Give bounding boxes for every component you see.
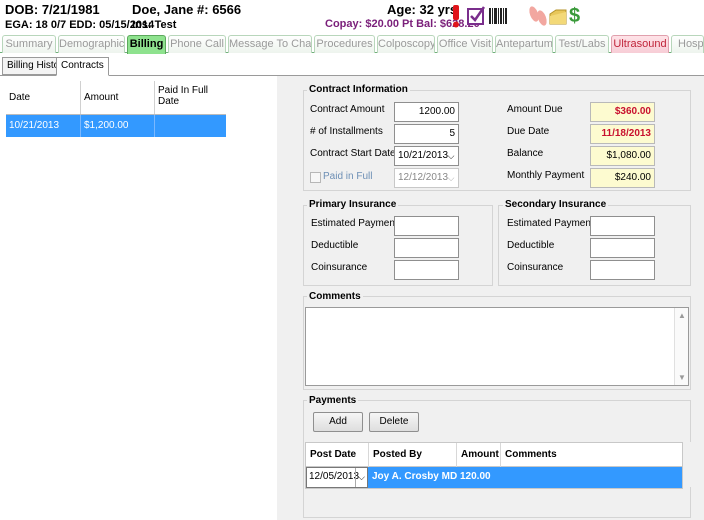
- tab-billing[interactable]: Billing: [127, 35, 166, 54]
- paid-in-full-date-value: 12/12/2013: [398, 172, 449, 183]
- dollar-icon[interactable]: $: [569, 4, 583, 28]
- delete-payment-button[interactable]: Delete: [369, 412, 419, 432]
- payments-title: Payments: [307, 395, 359, 406]
- dob-text: DOB: 7/21/1981: [5, 2, 100, 17]
- amount-due-field: $360.00: [590, 102, 655, 122]
- col-header-amount[interactable]: Amount: [80, 81, 154, 114]
- tab-message-to-chart[interactable]: Message To Chart: [228, 35, 312, 53]
- contracts-grid: Date Amount Paid In Full Date 10/21/2013…: [6, 81, 226, 137]
- primary-coinsurance-label: Coinsurance: [311, 262, 368, 273]
- tab-hospital[interactable]: Hospit: [671, 35, 704, 53]
- contract-amount-label: Contract Amount: [310, 104, 385, 115]
- tab-office-visit[interactable]: Office Visit: [437, 35, 493, 53]
- chevron-down-icon[interactable]: ⌵: [444, 169, 458, 187]
- panel-splitter[interactable]: [277, 76, 295, 520]
- primary-deductible-label: Deductible: [311, 240, 359, 251]
- installments-label: # of Installments: [310, 126, 383, 137]
- secondary-deductible-field[interactable]: [590, 238, 655, 258]
- contract-info-title: Contract Information: [307, 84, 410, 95]
- balance-field: $1,080.00: [590, 146, 655, 166]
- table-row[interactable]: 12/05/2013 ⌵ Joy A. Crosby MD 120.00: [306, 467, 682, 488]
- insurance-text: Ins: Test: [132, 19, 177, 31]
- age-text: Age: 32 yrs: [387, 2, 458, 17]
- col-header-comments[interactable]: Comments: [500, 443, 682, 467]
- checkbox-icon[interactable]: [467, 4, 486, 28]
- scroll-down-icon[interactable]: ▼: [678, 373, 686, 382]
- balance-label: Balance: [507, 148, 544, 159]
- main-tab-bar: Summary Demographics Billing Phone Call …: [0, 35, 704, 54]
- col-header-post-date[interactable]: Post Date: [306, 443, 368, 467]
- chevron-down-icon[interactable]: ⌵: [444, 147, 458, 165]
- barcode-icon[interactable]: [488, 4, 508, 28]
- alert-exclamation-icon[interactable]: [449, 4, 463, 28]
- billing-window: DOB: 7/21/1981 EGA: 18 0/7 EDD: 05/15/20…: [0, 0, 704, 520]
- add-payment-button[interactable]: Add: [313, 412, 363, 432]
- comments-textarea[interactable]: ▲ ▼: [305, 307, 689, 386]
- secondary-deductible-label: Deductible: [507, 240, 555, 251]
- col-header-amount[interactable]: Amount: [456, 443, 500, 467]
- contract-amount-field[interactable]: 1200.00: [394, 102, 459, 122]
- col-header-date[interactable]: Date: [6, 81, 80, 114]
- paid-in-full-label: Paid in Full: [323, 171, 373, 182]
- primary-estimated-payment-field[interactable]: [394, 216, 459, 236]
- table-row[interactable]: 10/21/2013 $1,200.00: [6, 115, 226, 137]
- primary-insurance-title: Primary Insurance: [307, 199, 399, 210]
- amount-due-label: Amount Due: [507, 104, 563, 115]
- secondary-coinsurance-label: Coinsurance: [507, 262, 564, 273]
- monthly-payment-field: $240.00: [590, 168, 655, 188]
- feet-icon[interactable]: [527, 4, 549, 28]
- contracts-list-panel: [0, 76, 295, 520]
- tab-ultrasound[interactable]: Ultrasound: [611, 35, 669, 53]
- tab-test-labs[interactable]: Test/Labs: [555, 35, 609, 53]
- chevron-down-icon[interactable]: ⌵: [355, 468, 367, 487]
- start-date-picker[interactable]: 10/21/2013 ⌵: [394, 146, 459, 166]
- scroll-up-icon[interactable]: ▲: [678, 311, 686, 320]
- row-paid-in-full-date: [154, 115, 226, 137]
- contracts-grid-header: Date Amount Paid In Full Date: [6, 81, 226, 115]
- monthly-payment-label: Monthly Payment: [507, 170, 585, 181]
- payments-scrollbar[interactable]: [683, 442, 691, 487]
- folder-icon[interactable]: [549, 4, 567, 28]
- comments-cell: [500, 467, 682, 488]
- secondary-coinsurance-field[interactable]: [590, 260, 655, 280]
- start-date-value: 10/21/2013: [398, 150, 449, 161]
- comments-scrollbar[interactable]: ▲ ▼: [674, 308, 688, 385]
- tab-antepartum[interactable]: Antepartum: [495, 35, 553, 53]
- secondary-insurance-title: Secondary Insurance: [503, 199, 609, 210]
- primary-coinsurance-field[interactable]: [394, 260, 459, 280]
- tab-procedures[interactable]: Procedures: [314, 35, 375, 53]
- post-date-picker[interactable]: 12/05/2013 ⌵: [306, 467, 368, 488]
- comments-title: Comments: [307, 291, 363, 302]
- subtab-contracts[interactable]: Contracts: [56, 57, 109, 76]
- secondary-estimated-payment-label: Estimated Payment: [507, 218, 594, 229]
- paid-in-full-checkbox[interactable]: [310, 172, 321, 183]
- amount-cell: 120.00: [460, 471, 491, 482]
- row-amount: $1,200.00: [80, 115, 154, 137]
- primary-deductible-field[interactable]: [394, 238, 459, 258]
- tab-colposcopy[interactable]: Colposcopy: [377, 35, 435, 53]
- row-date: 10/21/2013: [9, 120, 60, 131]
- primary-estimated-payment-label: Estimated Payment: [311, 218, 398, 229]
- tab-summary[interactable]: Summary: [2, 35, 56, 53]
- payments-grid-header: Post Date Posted By Amount Comments: [306, 443, 682, 467]
- tab-phone-call[interactable]: Phone Call: [168, 35, 226, 53]
- col-header-posted-by[interactable]: Posted By: [368, 443, 456, 467]
- patient-name-text: Doe, Jane #: 6566: [132, 2, 242, 17]
- paid-in-full-date-picker[interactable]: 12/12/2013 ⌵: [394, 168, 459, 188]
- secondary-estimated-payment-field[interactable]: [590, 216, 655, 236]
- due-date-label: Due Date: [507, 126, 550, 137]
- installments-field[interactable]: 5: [394, 124, 459, 144]
- due-date-field: 11/18/2013: [590, 124, 655, 144]
- post-date-value: 12/05/2013: [309, 471, 360, 482]
- col-header-paid-in-full-date[interactable]: Paid In Full Date: [154, 81, 226, 114]
- tab-demographics[interactable]: Demographics: [58, 35, 125, 53]
- posted-by-cell: Joy A. Crosby MD: [372, 471, 458, 482]
- payments-grid: Post Date Posted By Amount Comments 12/0…: [305, 442, 683, 489]
- start-date-label: Contract Start Date: [310, 148, 396, 159]
